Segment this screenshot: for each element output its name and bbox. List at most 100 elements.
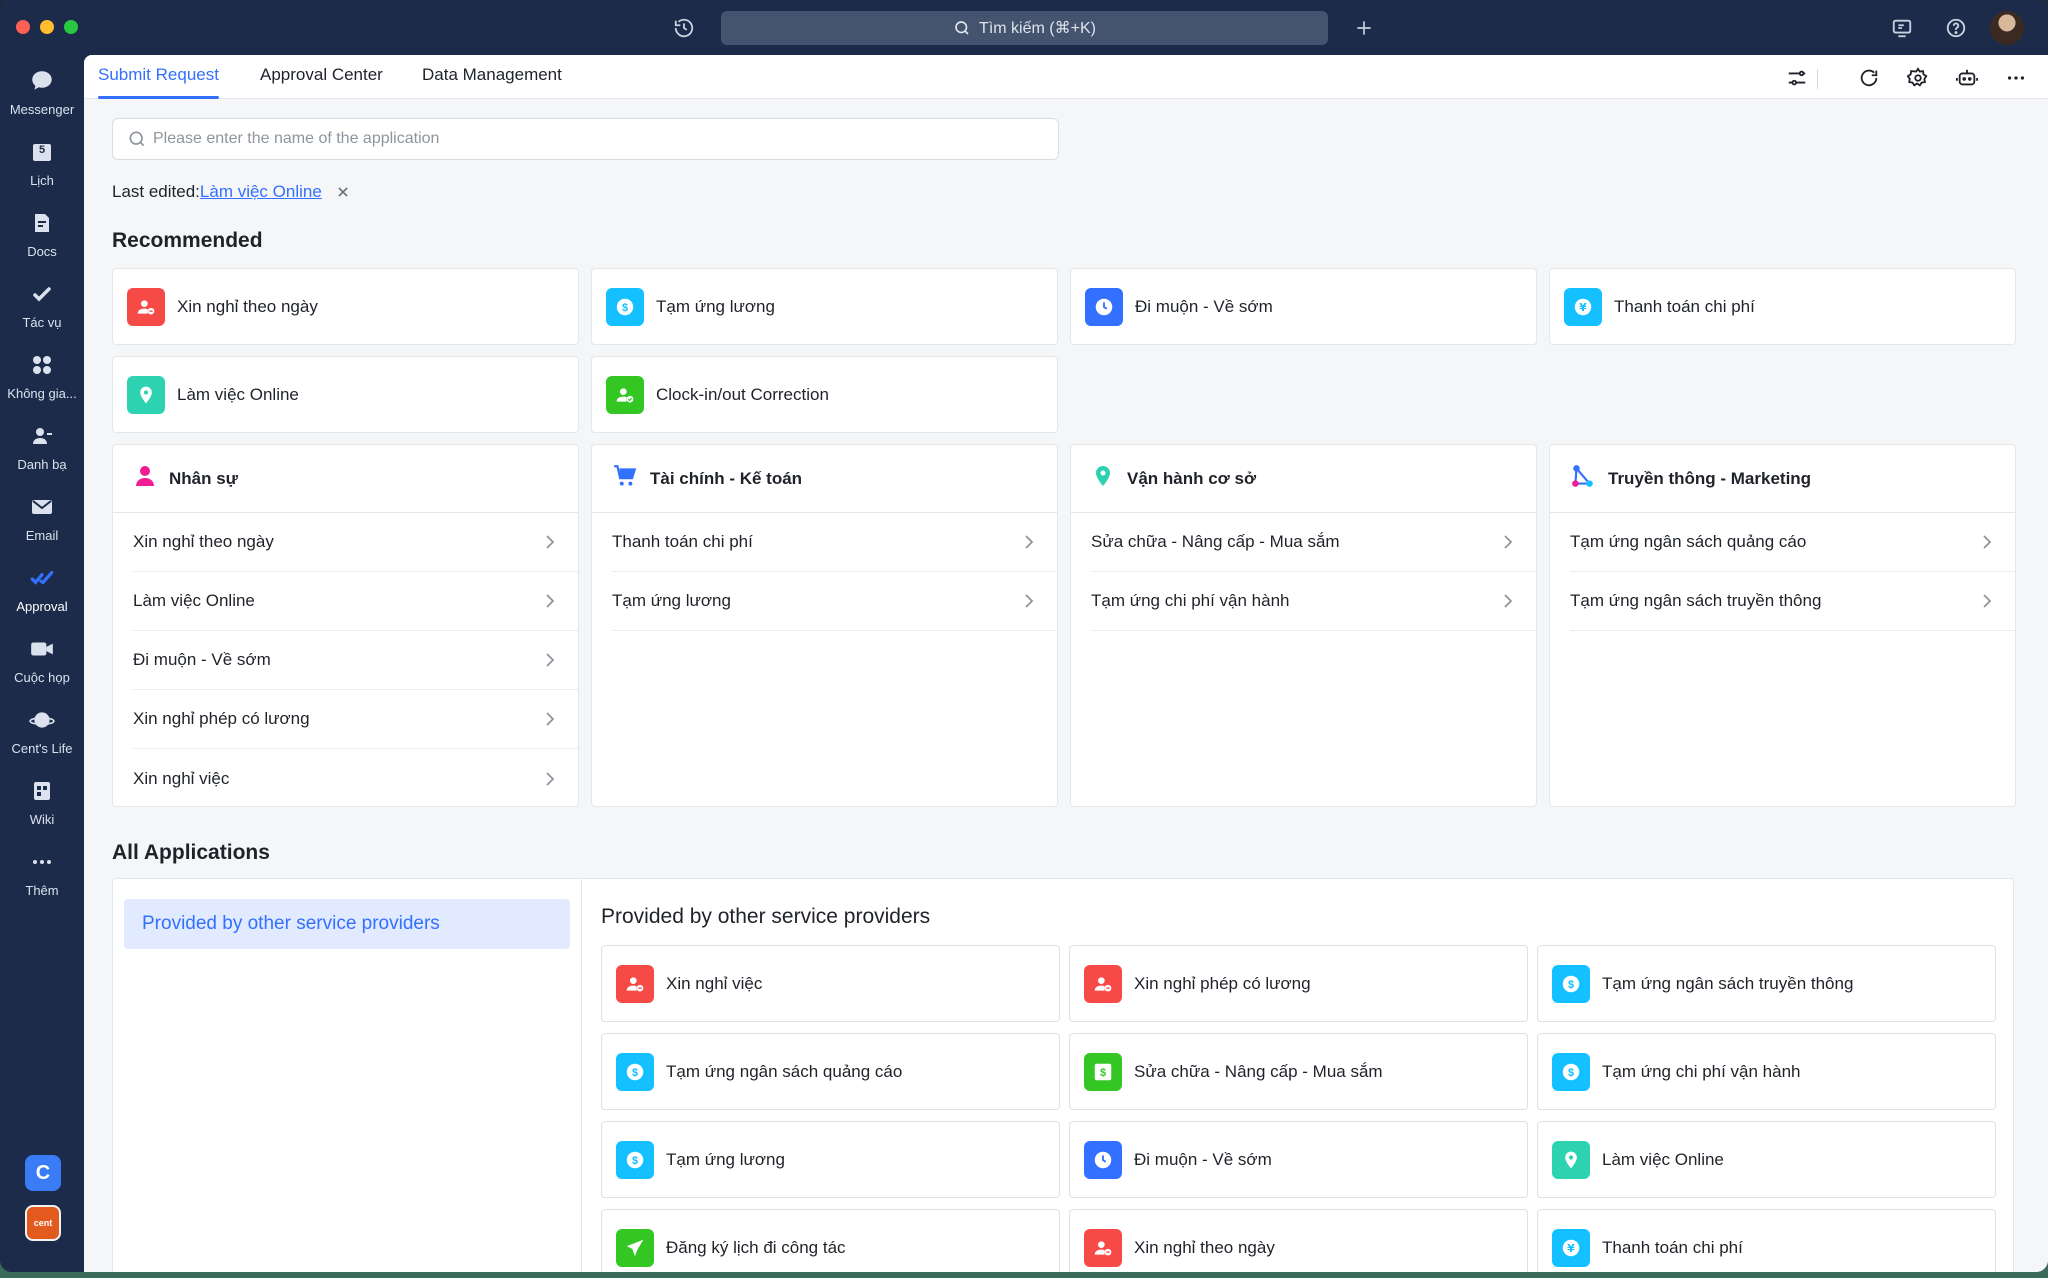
app-card-label: Đăng ký lịch đi công tác — [666, 1237, 846, 1257]
svg-text:$: $ — [1568, 979, 1574, 991]
rail-item-cents-life[interactable]: Cent's Life — [0, 705, 84, 773]
bot-icon[interactable] — [1954, 65, 1980, 91]
recommended-card[interactable]: Xin nghỉ theo ngày — [112, 268, 579, 345]
dollar-icon: $ — [616, 1140, 654, 1179]
rail-item-approval[interactable]: Approval — [0, 563, 84, 631]
close-icon[interactable] — [334, 183, 352, 201]
rail-item-contacts[interactable]: Danh bạ — [0, 421, 84, 489]
category-header: Nhân sự — [113, 445, 578, 513]
apps-grid-icon — [27, 350, 57, 380]
rail-item-calendar[interactable]: 5 Lịch — [0, 137, 84, 205]
avatar[interactable] — [1990, 11, 2024, 45]
rail-item-docs[interactable]: Docs — [0, 208, 84, 276]
app-card-label: Thanh toán chi phí — [1602, 1237, 1743, 1257]
recommended-card[interactable]: Đi muộn - Về sớm — [1070, 268, 1537, 345]
category-item[interactable]: Tạm ứng lương — [612, 572, 1057, 631]
all-applications-panel: Provided by other service providers Prov… — [112, 878, 2014, 1272]
category-title: Vận hành cơ sở — [1127, 468, 1257, 488]
chevron-right-icon — [544, 653, 558, 667]
category-item[interactable]: Xin nghỉ theo ngày — [133, 513, 578, 572]
category-item[interactable]: Sửa chữa - Nâng cấp - Mua sắm — [1091, 513, 1536, 572]
rail-item-messenger[interactable]: Messenger — [0, 66, 84, 134]
category-item[interactable]: Tạm ứng ngân sách truyền thông — [1570, 572, 2015, 631]
more-options-icon[interactable] — [2003, 65, 2029, 91]
provider-item[interactable]: Provided by other service providers — [124, 899, 570, 949]
checkmark-icon — [27, 279, 57, 309]
rail-item-workspace[interactable]: Không gia... — [0, 350, 84, 418]
app-search[interactable] — [112, 118, 1059, 160]
app-card[interactable]: Đi muộn - Về sớm — [1069, 1121, 1528, 1198]
search-icon — [129, 131, 145, 147]
dollar-icon: $ — [1552, 1052, 1590, 1091]
app-card-label: Đi muộn - Về sớm — [1134, 1149, 1272, 1169]
plane-icon — [616, 1228, 654, 1267]
category-item[interactable]: Xin nghỉ việc — [133, 749, 578, 808]
workspace-cent-button[interactable]: cent — [25, 1205, 61, 1241]
svg-text:¥: ¥ — [1579, 301, 1587, 314]
app-card[interactable]: Xin nghỉ phép có lương — [1069, 945, 1528, 1022]
category-item[interactable]: Tạm ứng chi phí vận hành — [1091, 572, 1536, 631]
last-edited-link[interactable]: Làm việc Online — [200, 182, 322, 202]
rail-item-tasks[interactable]: Tác vụ — [0, 279, 84, 347]
app-card[interactable]: $ Tạm ứng ngân sách truyền thông — [1537, 945, 1996, 1022]
tab-submit-request[interactable]: Submit Request — [98, 65, 219, 99]
minimize-window-button[interactable] — [40, 20, 54, 34]
rail-item-meetings[interactable]: Cuộc họp — [0, 634, 84, 702]
chevron-right-icon — [1502, 594, 1516, 608]
app-card[interactable]: $ Sửa chữa - Nâng cấp - Mua sắm — [1069, 1033, 1528, 1110]
app-card-label: Xin nghỉ theo ngày — [1134, 1237, 1275, 1257]
tab-approval-center[interactable]: Approval Center — [260, 65, 383, 99]
card-label: Tạm ứng lương — [656, 296, 775, 316]
app-search-input[interactable] — [153, 130, 1033, 148]
app-card[interactable]: $ Tạm ứng lương — [601, 1121, 1060, 1198]
help-icon[interactable] — [1942, 14, 1970, 42]
app-card[interactable]: $ Tạm ứng ngân sách quảng cáo — [601, 1033, 1060, 1110]
rail-label: Messenger — [9, 102, 75, 117]
category-title: Nhân sự — [169, 468, 238, 488]
app-card[interactable]: Làm việc Online — [1537, 1121, 1996, 1198]
cart-icon — [612, 463, 638, 494]
app-card[interactable]: $ Tạm ứng chi phí vận hành — [1537, 1033, 1996, 1110]
category-header: Tài chính - Kế toán — [592, 445, 1057, 513]
category-item-label: Làm việc Online — [133, 591, 255, 610]
category-item[interactable]: Tạm ứng ngân sách quảng cáo — [1570, 513, 2015, 572]
history-icon[interactable] — [670, 14, 698, 42]
screen-share-icon[interactable] — [1888, 14, 1916, 42]
category-header: Truyền thông - Marketing — [1550, 445, 2015, 513]
zoom-window-button[interactable] — [64, 20, 78, 34]
app-card[interactable]: ¥ Thanh toán chi phí — [1537, 1209, 1996, 1272]
chevron-right-icon — [1023, 535, 1037, 549]
recommended-card[interactable]: $ Tạm ứng lương — [591, 268, 1058, 345]
calendar-day: 5 — [38, 144, 46, 156]
provider-list: Provided by other service providers — [113, 879, 582, 1272]
rail-item-email[interactable]: Email — [0, 492, 84, 560]
recommended-card[interactable]: ¥ Thanh toán chi phí — [1549, 268, 2016, 345]
recommended-card[interactable]: Làm việc Online — [112, 356, 579, 433]
category-tai-chinh: Tài chính - Kế toán Thanh toán chi phí T… — [591, 444, 1058, 807]
share-nodes-icon — [1570, 463, 1596, 494]
recommended-title: Recommended — [112, 229, 263, 252]
rail-item-wiki[interactable]: Wiki — [0, 776, 84, 844]
chat-bubble-icon — [27, 66, 57, 96]
planet-icon — [27, 705, 57, 735]
rail-label: Không gia... — [7, 386, 77, 401]
category-item[interactable]: Xin nghỉ phép có lương — [133, 690, 578, 749]
app-window: Tìm kiếm (⌘+K) Messenger 5 Lịch Docs Tác… — [0, 0, 2048, 1272]
close-window-button[interactable] — [16, 20, 30, 34]
filter-settings-icon[interactable] — [1784, 65, 1810, 91]
category-item[interactable]: Đi muộn - Về sớm — [133, 631, 578, 690]
app-card-label: Xin nghỉ phép có lương — [1134, 973, 1311, 993]
global-search[interactable]: Tìm kiếm (⌘+K) — [721, 11, 1328, 45]
category-item[interactable]: Thanh toán chi phí — [612, 513, 1057, 572]
app-card[interactable]: Xin nghỉ theo ngày — [1069, 1209, 1528, 1272]
refresh-icon[interactable] — [1856, 65, 1882, 91]
app-card[interactable]: Đăng ký lịch đi công tác — [601, 1209, 1060, 1272]
rail-item-more[interactable]: Thêm — [0, 847, 84, 915]
gear-icon[interactable] — [1905, 65, 1931, 91]
recommended-card[interactable]: Clock-in/out Correction — [591, 356, 1058, 433]
workspace-c-button[interactable]: C — [25, 1155, 61, 1191]
new-tab-icon[interactable] — [1350, 14, 1378, 42]
tab-data-management[interactable]: Data Management — [422, 65, 562, 99]
app-card[interactable]: Xin nghỉ việc — [601, 945, 1060, 1022]
category-item[interactable]: Làm việc Online — [133, 572, 578, 631]
